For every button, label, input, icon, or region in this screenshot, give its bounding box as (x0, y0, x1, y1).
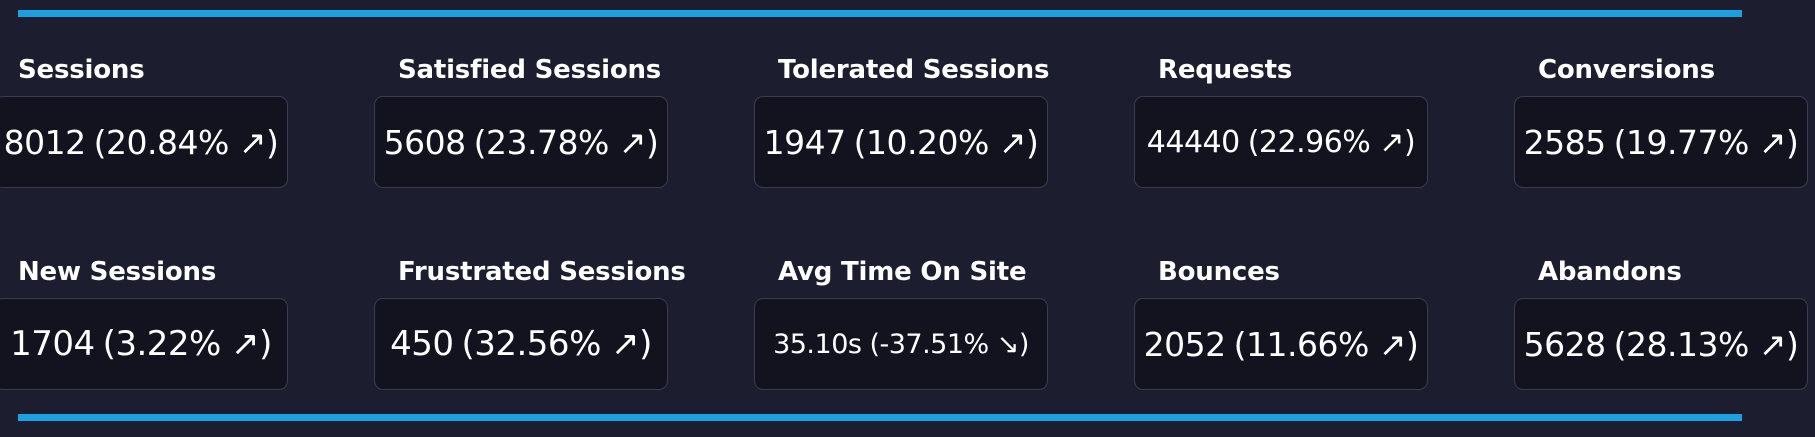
metric-label-sessions: Sessions (18, 55, 145, 85)
metric-change: (11.66% ↗) (1233, 324, 1419, 364)
metric-card-satisfied-sessions[interactable]: 5608 (23.78% ↗) (374, 96, 668, 188)
metric-value: 35.10s (773, 328, 862, 360)
metric-value: 8012 (3, 122, 86, 162)
metric-label-frustrated-sessions: Frustrated Sessions (398, 257, 686, 287)
metric-change: (22.96% ↗) (1247, 124, 1416, 160)
metric-value: 1704 (10, 324, 95, 364)
metric-change: (19.77% ↗) (1613, 122, 1799, 162)
top-divider (18, 10, 1742, 17)
metric-card-bounces[interactable]: 2052 (11.66% ↗) (1134, 298, 1428, 390)
metric-label-satisfied-sessions: Satisfied Sessions (398, 55, 662, 85)
metric-card-conversions[interactable]: 2585 (19.77% ↗) (1514, 96, 1808, 188)
metric-label-new-sessions: New Sessions (18, 257, 217, 287)
metric-label-requests: Requests (1158, 55, 1293, 85)
metric-value: 5608 (383, 122, 466, 162)
metric-card-new-sessions[interactable]: 1704 (3.22% ↗) (0, 298, 288, 390)
bottom-divider (18, 414, 1742, 421)
metric-card-avg-time-on-site[interactable]: 35.10s (-37.51% ↘) (754, 298, 1048, 390)
metric-change: (-37.51% ↘) (869, 328, 1029, 360)
metric-card-sessions[interactable]: 8012 (20.84% ↗) (0, 96, 288, 188)
metric-change: (28.13% ↗) (1613, 324, 1799, 364)
metric-label-tolerated-sessions: Tolerated Sessions (778, 55, 1050, 85)
metric-card-requests[interactable]: 44440 (22.96% ↗) (1134, 96, 1428, 188)
metric-card-frustrated-sessions[interactable]: 450 (32.56% ↗) (374, 298, 668, 390)
metric-card-tolerated-sessions[interactable]: 1947 (10.20% ↗) (754, 96, 1048, 188)
metric-card-abandons[interactable]: 5628 (28.13% ↗) (1514, 298, 1808, 390)
metric-label-abandons: Abandons (1538, 257, 1682, 287)
metric-value: 2052 (1143, 324, 1226, 364)
metric-value: 450 (390, 324, 454, 364)
metric-value: 2585 (1523, 122, 1606, 162)
metric-value: 5628 (1523, 324, 1606, 364)
metric-label-bounces: Bounces (1158, 257, 1280, 287)
metric-change: (20.84% ↗) (93, 122, 279, 162)
metric-label-avg-time-on-site: Avg Time On Site (778, 257, 1027, 287)
metric-label-conversions: Conversions (1538, 55, 1715, 85)
metric-change: (23.78% ↗) (473, 122, 659, 162)
metric-change: (3.22% ↗) (102, 324, 273, 364)
metric-change: (32.56% ↗) (461, 324, 652, 364)
metric-value: 44440 (1146, 124, 1240, 160)
metric-value: 1947 (763, 122, 846, 162)
metric-change: (10.20% ↗) (853, 122, 1039, 162)
